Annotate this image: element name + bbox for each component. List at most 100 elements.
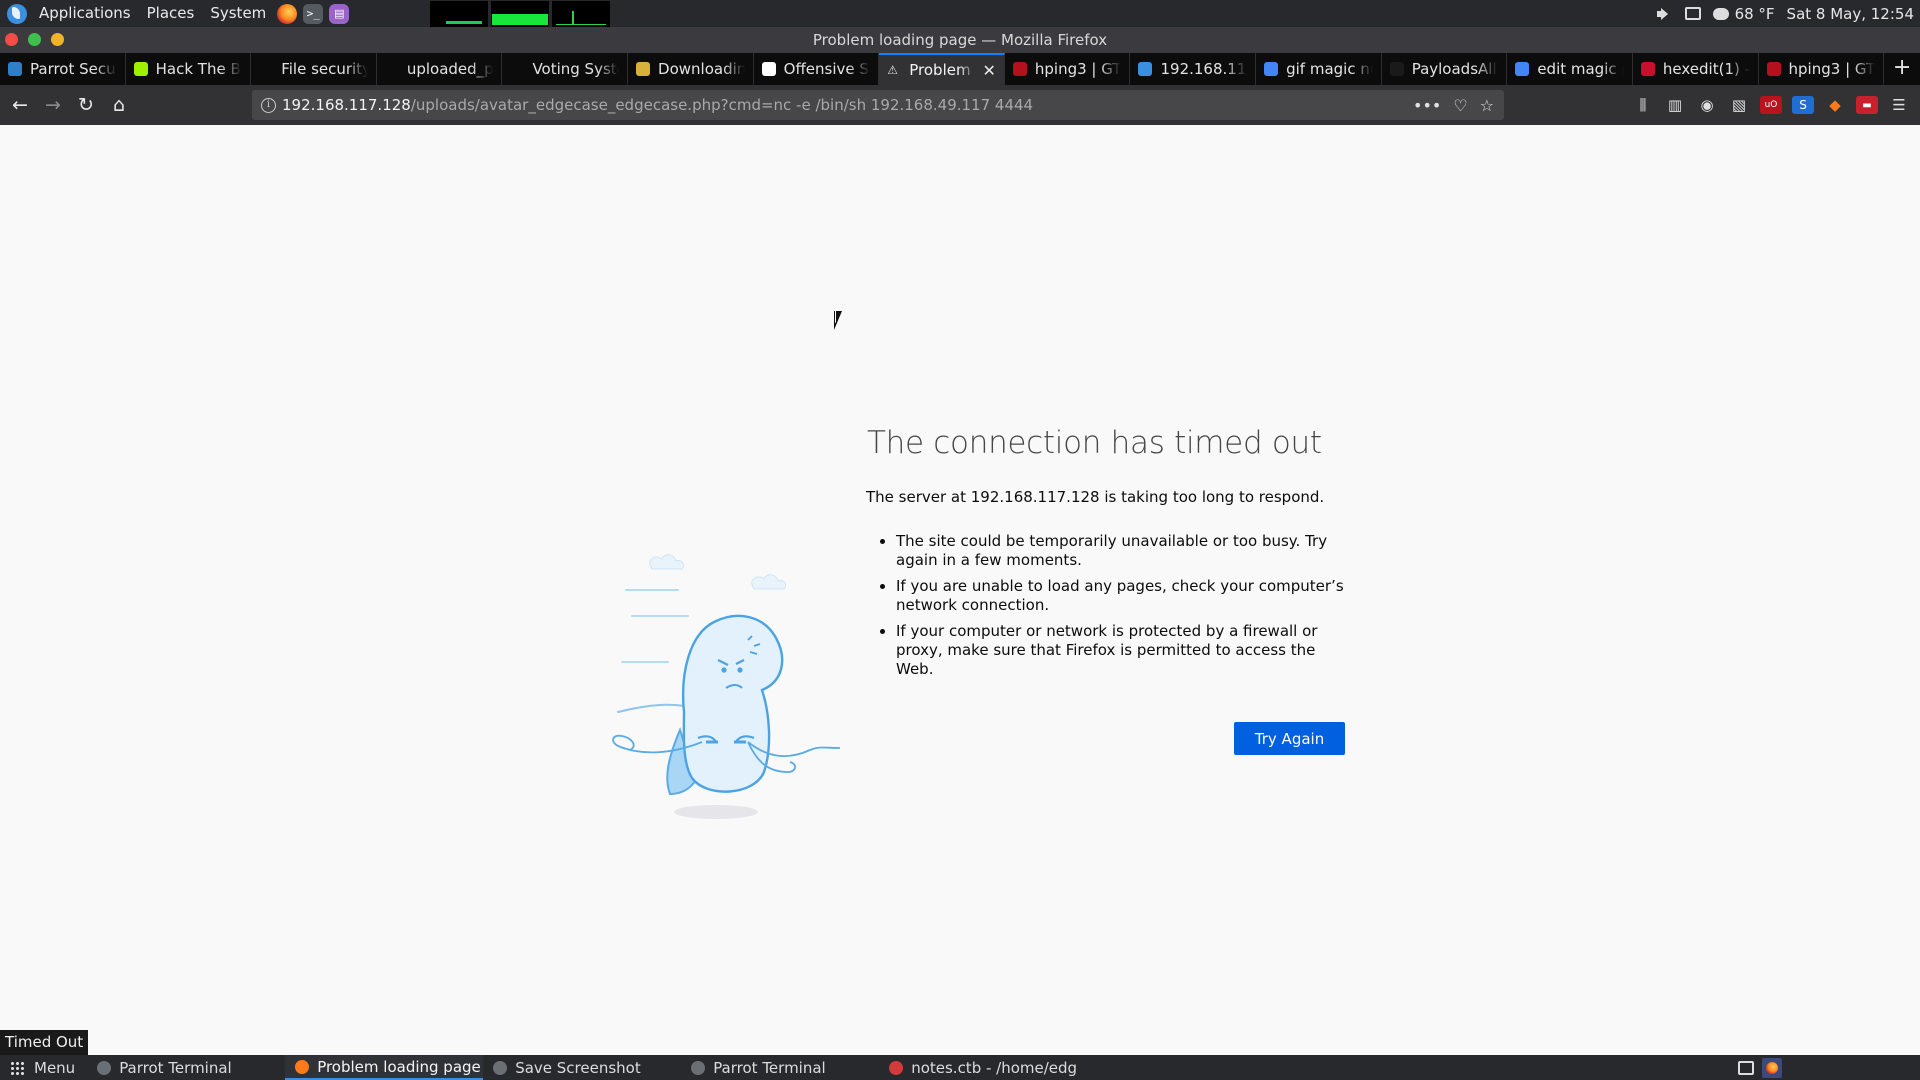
suggestion-item: The site could be temporarily unavailabl… — [896, 532, 1352, 570]
sad-dino-illustration — [612, 554, 840, 819]
display-icon[interactable] — [1684, 7, 1701, 20]
tab-label: Offensive Security — [783, 60, 871, 78]
tab-label: gif magic number — [1286, 60, 1373, 78]
tab-label: File security check — [281, 60, 368, 78]
maximize-window-button[interactable] — [28, 33, 41, 46]
screenshot-extension-icon[interactable]: ▧ — [1728, 96, 1750, 114]
close-window-button[interactable] — [5, 33, 18, 46]
foxyproxy-icon[interactable]: ◆ — [1824, 96, 1846, 114]
tab[interactable]: hping3 | GTFOBins — [1005, 53, 1131, 85]
tab-label: Parrot Security — [30, 60, 117, 78]
tab[interactable]: 192.168.117.128 — [1130, 53, 1257, 85]
tab-favicon-icon — [1264, 62, 1279, 76]
minimize-window-button[interactable] — [51, 33, 64, 46]
hackbar-icon[interactable]: ▬ — [1856, 96, 1878, 114]
new-tab-button[interactable]: + — [1884, 53, 1920, 85]
tab[interactable]: hexedit(1) - Linux — [1633, 53, 1759, 85]
tab-favicon-icon — [1515, 62, 1530, 76]
tab[interactable]: Voting System u — [502, 53, 629, 85]
tab-label: 192.168.117.128 — [1160, 60, 1247, 78]
tab[interactable]: edit magic number — [1507, 53, 1633, 85]
system-menu-item[interactable]: System — [202, 0, 274, 27]
task-app-icon — [295, 1059, 310, 1074]
task-label: Save Screenshot — [515, 1058, 641, 1077]
notes-launcher-icon[interactable]: ▤ — [329, 3, 350, 24]
tab-label: hexedit(1) - Linux — [1662, 60, 1750, 78]
task-label: Parrot Terminal — [119, 1058, 232, 1077]
close-tab-icon[interactable]: ✕ — [982, 61, 995, 80]
weather-temperature: 68 °F — [1734, 4, 1775, 23]
applications-menu[interactable]: Applications — [31, 0, 139, 27]
tab[interactable]: uploaded_php_ — [377, 53, 503, 85]
memory-monitor-graph — [491, 0, 550, 27]
task-app-icon — [97, 1060, 112, 1075]
firefox-launcher-icon[interactable] — [277, 3, 298, 24]
account-icon[interactable]: ◉ — [1696, 96, 1718, 114]
tab[interactable]: gif magic number — [1256, 53, 1382, 85]
error-message-container: The connection has timed out The server … — [866, 425, 1352, 686]
task-app-icon — [493, 1060, 508, 1075]
tab-label: Downloading — [658, 60, 745, 78]
places-menu[interactable]: Places — [139, 0, 203, 27]
url-host: 192.168.117.128 — [282, 96, 411, 114]
try-again-button[interactable]: Try Again — [1234, 722, 1345, 755]
taskbar-window-button[interactable]: Problem loading page ... — [285, 1055, 484, 1080]
ublock-icon[interactable]: uO — [1760, 96, 1782, 114]
navigation-toolbar: ← → ↻ ⌂ i 192.168.117.128/uploads/avatar… — [0, 85, 1920, 125]
s-extension-icon[interactable]: S — [1792, 96, 1814, 114]
taskbar-window-button[interactable]: Parrot Terminal — [681, 1055, 879, 1080]
tab-favicon-icon — [1640, 62, 1655, 76]
error-title: The connection has timed out — [867, 425, 1322, 461]
tab[interactable]: Offensive Security — [754, 53, 880, 85]
start-menu-label: Menu — [34, 1058, 76, 1077]
suggestion-item: If your computer or network is protected… — [896, 622, 1352, 679]
tab-label: hping3 | GTFOBins — [1788, 60, 1876, 78]
forward-button[interactable]: → — [37, 89, 69, 121]
bookmark-star-icon[interactable]: ☆ — [1480, 96, 1494, 115]
workspace-switcher-icon[interactable] — [1738, 1060, 1754, 1075]
tab-active[interactable]: ⚠ Problem loading page ✕ — [879, 53, 1005, 85]
pocket-icon[interactable]: ♡ — [1453, 96, 1467, 115]
back-button[interactable]: ← — [4, 89, 36, 121]
url-path: /uploads/avatar_edgecase_edgecase.php?cm… — [410, 96, 1034, 114]
home-button[interactable]: ⌂ — [103, 89, 135, 121]
tab-favicon-icon — [385, 62, 399, 76]
tab[interactable]: hping3 | GTFOBins — [1759, 53, 1885, 85]
terminal-launcher-icon[interactable]: >_ — [303, 3, 324, 24]
site-info-icon[interactable]: i — [261, 97, 276, 113]
library-icon[interactable]: ⫼ — [1632, 96, 1654, 114]
window-list: Parrot Terminal Problem loading page ... S… — [87, 1055, 1077, 1080]
url-text[interactable]: 192.168.117.128/uploads/avatar_edgecase_… — [282, 96, 1033, 114]
tab[interactable]: Downloading — [628, 53, 754, 85]
taskbar-window-button[interactable]: Save Screenshot — [483, 1055, 681, 1080]
tab-label: edit magic number — [1537, 60, 1624, 78]
volume-icon[interactable] — [1656, 7, 1673, 21]
url-actions: ••• ♡ ☆ — [1413, 96, 1504, 115]
tab[interactable]: PayloadsAllTheThings — [1382, 53, 1508, 85]
firefox-tray-icon[interactable] — [1762, 1057, 1782, 1078]
tab[interactable]: File security check — [251, 53, 377, 85]
sidebar-icon[interactable]: ▥ — [1664, 96, 1686, 114]
error-suggestions-list: The site could be temporarily unavailabl… — [866, 532, 1352, 679]
tab-favicon-icon — [1389, 62, 1404, 76]
tab-favicon-icon — [259, 62, 273, 76]
clock[interactable]: Sat 8 May, 12:54 — [1787, 5, 1914, 23]
taskbar-window-button[interactable]: notes.ctb - /home/edge... — [879, 1055, 1077, 1080]
url-bar[interactable]: i 192.168.117.128/uploads/avatar_edgecas… — [252, 90, 1504, 120]
page-actions-icon[interactable]: ••• — [1413, 96, 1441, 115]
task-label: Problem loading page ... — [317, 1057, 484, 1076]
tab[interactable]: Parrot Security — [0, 53, 126, 85]
app-menu-icon[interactable]: ☰ — [1888, 96, 1910, 114]
system-menu: Applications Places System — [0, 0, 274, 27]
error-description: The server at 192.168.117.128 is taking … — [866, 488, 1325, 506]
weather-widget[interactable]: 68 °F — [1712, 4, 1775, 23]
system-tray: 68 °F Sat 8 May, 12:54 — [1656, 4, 1920, 23]
taskbar-window-button[interactable]: Parrot Terminal — [87, 1055, 285, 1080]
window-controls — [5, 33, 64, 46]
parrot-logo-icon[interactable] — [7, 3, 27, 24]
task-app-icon — [889, 1060, 904, 1075]
tab[interactable]: Hack The Box — [126, 53, 252, 85]
status-bar-text: Timed Out — [0, 1030, 89, 1055]
start-menu-button[interactable]: Menu — [0, 1055, 87, 1080]
reload-button[interactable]: ↻ — [70, 89, 102, 121]
